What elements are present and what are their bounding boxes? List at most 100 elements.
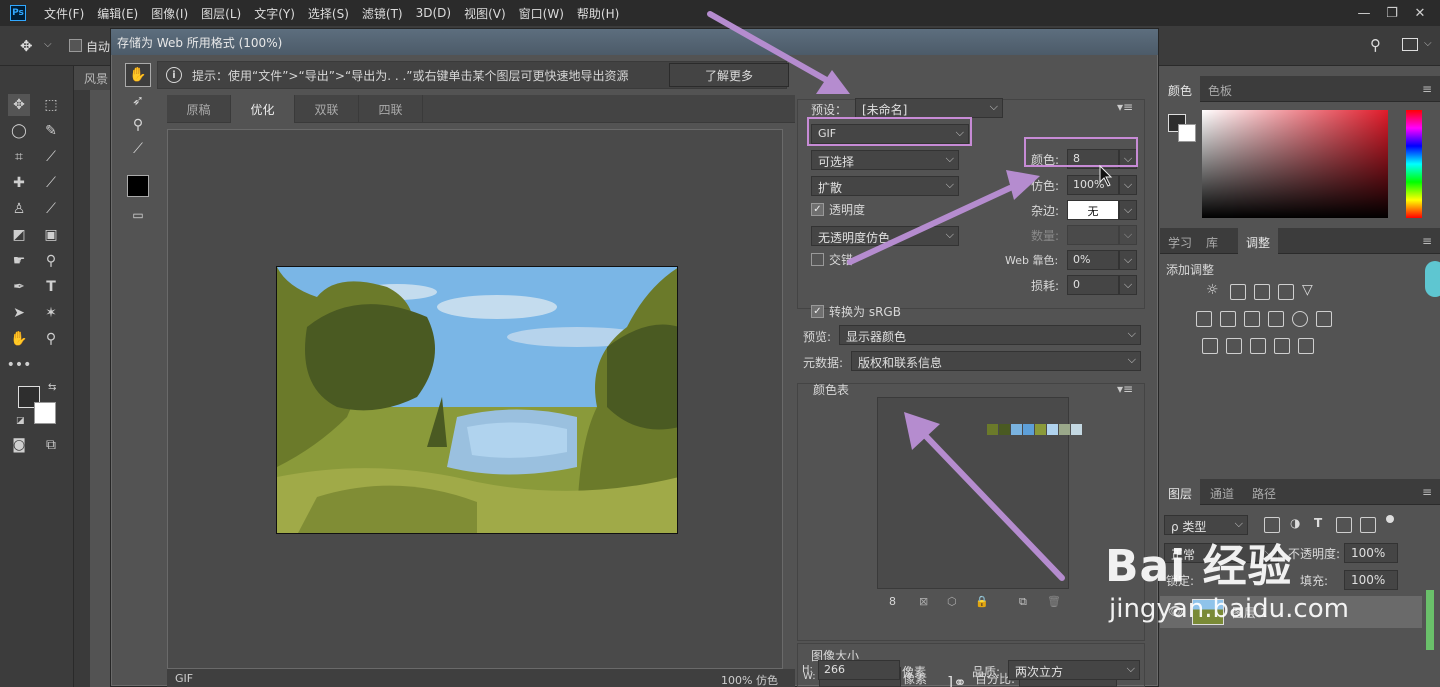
- color-swatch[interactable]: [1023, 424, 1034, 435]
- metadata-select[interactable]: 版权和联系信息 ⌵: [851, 351, 1141, 371]
- color-lookup-icon[interactable]: [1316, 311, 1332, 327]
- panel-menu-icon[interactable]: ≡: [1422, 485, 1432, 499]
- move-tool-icon[interactable]: ✥: [20, 37, 33, 55]
- transparency-dither-select[interactable]: 无透明度仿色 ⌵: [811, 226, 959, 246]
- dither-dropdown-icon[interactable]: ⌵: [1119, 175, 1137, 195]
- menu-image[interactable]: 图像(I): [151, 5, 188, 22]
- posterize-icon[interactable]: [1226, 338, 1242, 354]
- quality-select[interactable]: 两次立方 ⌵: [1008, 660, 1140, 680]
- height-field[interactable]: 266: [818, 660, 900, 680]
- smudge-tool-icon[interactable]: ☛: [8, 250, 30, 272]
- threshold-icon[interactable]: [1250, 338, 1266, 354]
- menu-layer[interactable]: 图层(L): [201, 5, 241, 22]
- color-bg-swatch[interactable]: [1178, 124, 1196, 142]
- fill-field[interactable]: 100%: [1344, 570, 1398, 590]
- quick-mask-icon[interactable]: ◙: [8, 434, 30, 456]
- gradient-map-icon[interactable]: [1298, 338, 1314, 354]
- menu-filter[interactable]: 滤镜(T): [362, 5, 403, 22]
- tab-2-up[interactable]: 双联: [295, 95, 359, 123]
- link-icon[interactable]: ]⚭: [947, 673, 967, 687]
- tab-adjustments[interactable]: 调整: [1238, 228, 1279, 254]
- color-swatch[interactable]: [1035, 424, 1046, 435]
- color-swatch[interactable]: [1011, 424, 1022, 435]
- lossy-field[interactable]: 0: [1067, 275, 1119, 295]
- menu-window[interactable]: 窗口(W): [519, 5, 564, 22]
- search-icon[interactable]: ⚲: [1370, 36, 1381, 54]
- color-swatch[interactable]: [1071, 424, 1082, 435]
- dodge-tool-icon[interactable]: ⚲: [40, 250, 62, 272]
- eyedropper-color-swatch[interactable]: [127, 175, 149, 197]
- workspace-icon[interactable]: [1402, 38, 1418, 51]
- slice-select-icon[interactable]: ➶: [125, 89, 151, 113]
- more-tools-icon[interactable]: •••: [7, 354, 32, 376]
- preset-select[interactable]: [未命名] ⌵: [855, 98, 1003, 118]
- vibrance-icon[interactable]: ▽: [1302, 282, 1313, 298]
- history-brush-icon[interactable]: ⟋: [40, 198, 62, 220]
- menu-edit[interactable]: 编辑(E): [97, 5, 138, 22]
- web-snap-dropdown-icon[interactable]: ⌵: [1119, 250, 1137, 270]
- healing-brush-icon[interactable]: ✚: [8, 172, 30, 194]
- color-balance-icon[interactable]: [1220, 311, 1236, 327]
- menu-type[interactable]: 文字(Y): [254, 5, 295, 22]
- tab-libraries[interactable]: 库: [1198, 228, 1226, 254]
- lossy-dropdown-icon[interactable]: ⌵: [1119, 275, 1137, 295]
- chevron-down-icon[interactable]: ⌵: [44, 39, 52, 50]
- invert-icon[interactable]: [1202, 338, 1218, 354]
- type-tool-icon[interactable]: T: [40, 276, 62, 298]
- color-table-menu-icon[interactable]: ▾≡: [1117, 382, 1133, 396]
- menu-file[interactable]: 文件(F): [44, 5, 84, 22]
- default-colors-icon[interactable]: ◪: [16, 416, 25, 426]
- filter-type-icon[interactable]: T: [1314, 516, 1322, 530]
- toggle-slices-icon[interactable]: ▭: [125, 203, 151, 227]
- channel-mixer-icon[interactable]: [1292, 311, 1308, 327]
- photo-filter-icon[interactable]: [1268, 311, 1284, 327]
- color-swatch[interactable]: [1047, 424, 1058, 435]
- tab-learn[interactable]: 学习: [1160, 228, 1200, 254]
- lock-color-icon[interactable]: 🔒: [975, 595, 989, 608]
- restore-icon[interactable]: ❐: [1378, 2, 1406, 24]
- tab-layers[interactable]: 图层: [1160, 479, 1201, 505]
- document-tab[interactable]: 风景: [74, 66, 114, 90]
- hand-tool-icon[interactable]: ✋: [8, 328, 30, 350]
- marquee-tool-icon[interactable]: ⬚: [40, 94, 62, 116]
- move-tool-icon[interactable]: ✥: [8, 94, 30, 116]
- hand-icon[interactable]: ✋: [125, 63, 151, 87]
- eyedropper-icon[interactable]: ⟋: [125, 137, 151, 161]
- web-shift-icon[interactable]: ⬡: [947, 595, 957, 608]
- minimize-icon[interactable]: —: [1350, 2, 1378, 24]
- scroll-indicator[interactable]: [1426, 590, 1434, 650]
- panel-menu-icon[interactable]: ≡: [1422, 234, 1432, 248]
- learn-more-button[interactable]: 了解更多: [669, 63, 789, 87]
- hue-slider[interactable]: [1406, 110, 1422, 218]
- opacity-field[interactable]: 100%: [1344, 543, 1398, 563]
- close-icon[interactable]: ✕: [1406, 2, 1434, 24]
- screen-mode-icon[interactable]: ⧉: [40, 434, 62, 456]
- color-spectrum-field[interactable]: [1202, 110, 1388, 218]
- brightness-icon[interactable]: ☼: [1206, 282, 1219, 298]
- preview-canvas[interactable]: [167, 129, 783, 669]
- tab-channels[interactable]: 通道: [1202, 479, 1242, 505]
- stamp-tool-icon[interactable]: ♙: [8, 198, 30, 220]
- black-white-icon[interactable]: [1244, 311, 1260, 327]
- levels-icon[interactable]: [1230, 284, 1246, 300]
- color-swatch[interactable]: [1059, 424, 1070, 435]
- panel-menu-icon[interactable]: ≡: [1422, 82, 1432, 96]
- matte-field[interactable]: 无: [1067, 200, 1119, 220]
- brush-tool-icon[interactable]: ⟋: [40, 172, 62, 194]
- shape-tool-icon[interactable]: ✶: [40, 302, 62, 324]
- zoom-tool-icon[interactable]: ⚲: [40, 328, 62, 350]
- new-color-icon[interactable]: ⧉: [1019, 595, 1027, 609]
- convert-srgb-checkbox[interactable]: ✓: [811, 305, 824, 318]
- settings-menu-icon[interactable]: ▾≡: [1117, 100, 1133, 114]
- exposure-icon[interactable]: [1278, 284, 1294, 300]
- chevron-down-icon[interactable]: ⌵: [1424, 38, 1432, 49]
- color-reduction-select[interactable]: 可选择 ⌵: [811, 150, 959, 170]
- zoom-icon[interactable]: ⚲: [125, 113, 151, 137]
- gradient-tool-icon[interactable]: ▣: [40, 224, 62, 246]
- hue-saturation-icon[interactable]: [1196, 311, 1212, 327]
- menu-view[interactable]: 视图(V): [464, 5, 506, 22]
- filter-toggle-icon[interactable]: [1386, 515, 1394, 523]
- menu-3d[interactable]: 3D(D): [416, 6, 451, 20]
- tab-optimized[interactable]: 优化: [231, 95, 295, 123]
- filter-smart-icon[interactable]: [1360, 517, 1376, 533]
